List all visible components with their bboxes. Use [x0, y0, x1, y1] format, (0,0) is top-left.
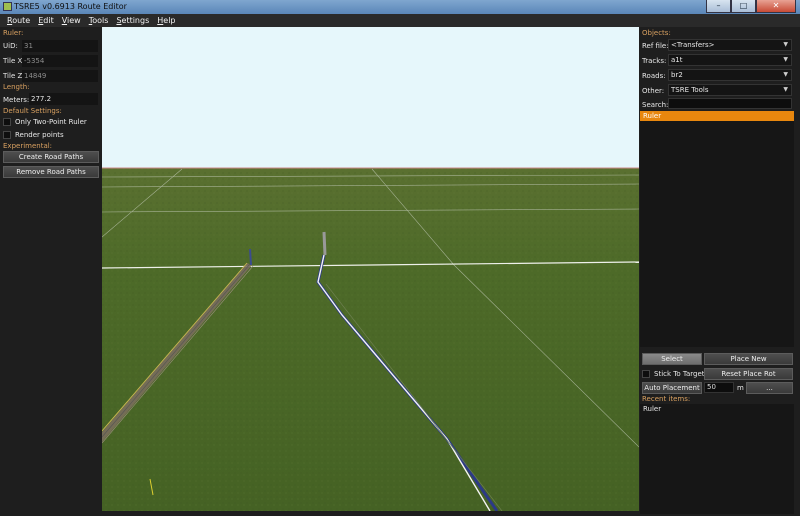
menu-tools[interactable]: Tools — [85, 14, 113, 27]
minimize-button[interactable]: – — [706, 0, 731, 13]
search-input[interactable] — [668, 98, 792, 109]
experimental-label: Experimental: — [3, 142, 53, 150]
render-points-row[interactable]: Render points — [3, 130, 64, 140]
viewport-scene — [102, 27, 639, 511]
other-select[interactable]: TSRE Tools ▼ — [668, 84, 792, 96]
roads-label: Roads: — [642, 72, 666, 80]
reset-place-rot-button[interactable]: Reset Place Rot — [704, 368, 793, 380]
window-controls: – □ ✕ — [706, 0, 796, 13]
select-button[interactable]: Select — [642, 353, 702, 365]
stick-to-target-row[interactable]: Stick To Target — [642, 369, 705, 379]
chevron-down-icon: ▼ — [783, 86, 788, 93]
meters-field[interactable]: 277.2 — [29, 93, 98, 105]
only-two-point-ruler-checkbox[interactable] — [3, 118, 11, 126]
render-points-label: Render points — [15, 131, 64, 139]
list-item-selected[interactable]: Ruler — [640, 111, 794, 121]
other-label: Other: — [642, 87, 665, 95]
stick-to-target-label: Stick To Target — [654, 370, 705, 378]
unit-label: m — [737, 384, 744, 392]
title-bar: TSRE5 v0.6913 Route Editor – □ ✕ — [0, 0, 800, 14]
app-icon — [3, 2, 12, 11]
ruler-section-label: Ruler: — [3, 29, 24, 37]
chevron-down-icon: ▼ — [783, 71, 788, 78]
menu-route[interactable]: Route — [3, 14, 34, 27]
sky — [102, 27, 639, 168]
recent-items-label: Recent items: — [642, 395, 691, 403]
more-options-button[interactable]: ... — [746, 382, 793, 394]
objects-list[interactable]: Ruler — [640, 111, 794, 347]
tracks-value: a1t — [671, 56, 683, 64]
ref-file-label: Ref file: — [642, 42, 669, 50]
ref-file-value: <Transfers> — [671, 41, 715, 49]
create-road-paths-button[interactable]: Create Road Paths — [3, 151, 99, 163]
default-settings-label: Default Settings: — [3, 107, 62, 115]
menu-settings[interactable]: Settings — [112, 14, 153, 27]
3d-viewport[interactable] — [102, 27, 639, 511]
maximize-button[interactable]: □ — [731, 0, 756, 13]
length-section-label: Length: — [3, 83, 30, 91]
menu-edit[interactable]: Edit — [34, 14, 58, 27]
other-value: TSRE Tools — [671, 86, 709, 94]
close-button[interactable]: ✕ — [756, 0, 796, 13]
list-item[interactable]: Ruler — [640, 404, 794, 414]
uid-field[interactable]: 31 — [22, 40, 98, 52]
tile-x-field[interactable]: -5354 — [22, 55, 98, 67]
meters-label: Meters: — [3, 96, 30, 104]
auto-placement-distance-input[interactable]: 50 — [704, 382, 734, 393]
place-new-button[interactable]: Place New — [704, 353, 793, 365]
uid-label: UiD: — [3, 42, 18, 50]
search-label: Search: — [642, 101, 669, 109]
stick-to-target-checkbox[interactable] — [642, 370, 650, 378]
window-title: TSRE5 v0.6913 Route Editor — [14, 2, 127, 11]
roads-value: br2 — [671, 71, 683, 79]
chevron-down-icon: ▼ — [783, 56, 788, 63]
remove-road-paths-button[interactable]: Remove Road Paths — [3, 166, 99, 178]
auto-placement-button[interactable]: Auto Placement — [642, 382, 702, 394]
render-points-checkbox[interactable] — [3, 131, 11, 139]
only-two-point-ruler-row[interactable]: Only Two-Point Ruler — [3, 117, 87, 127]
objects-section-label: Objects: — [642, 29, 671, 37]
menu-bar: Route Edit View Tools Settings Help — [0, 14, 800, 27]
ruler-tool-panel: Ruler: UiD: 31 Tile X: -5354 Tile Z: 148… — [0, 27, 102, 516]
tile-z-field[interactable]: 14849 — [22, 70, 98, 82]
only-two-point-ruler-label: Only Two-Point Ruler — [15, 118, 87, 126]
menu-help[interactable]: Help — [153, 14, 179, 27]
roads-select[interactable]: br2 ▼ — [668, 69, 792, 81]
recent-items-list[interactable]: Ruler — [640, 404, 794, 514]
tracks-select[interactable]: a1t ▼ — [668, 54, 792, 66]
tracks-label: Tracks: — [642, 57, 667, 65]
menu-view[interactable]: View — [58, 14, 85, 27]
objects-panel: Objects: Ref file: <Transfers> ▼ Tracks:… — [639, 27, 800, 516]
chevron-down-icon: ▼ — [783, 41, 788, 48]
ref-file-select[interactable]: <Transfers> ▼ — [668, 39, 792, 51]
